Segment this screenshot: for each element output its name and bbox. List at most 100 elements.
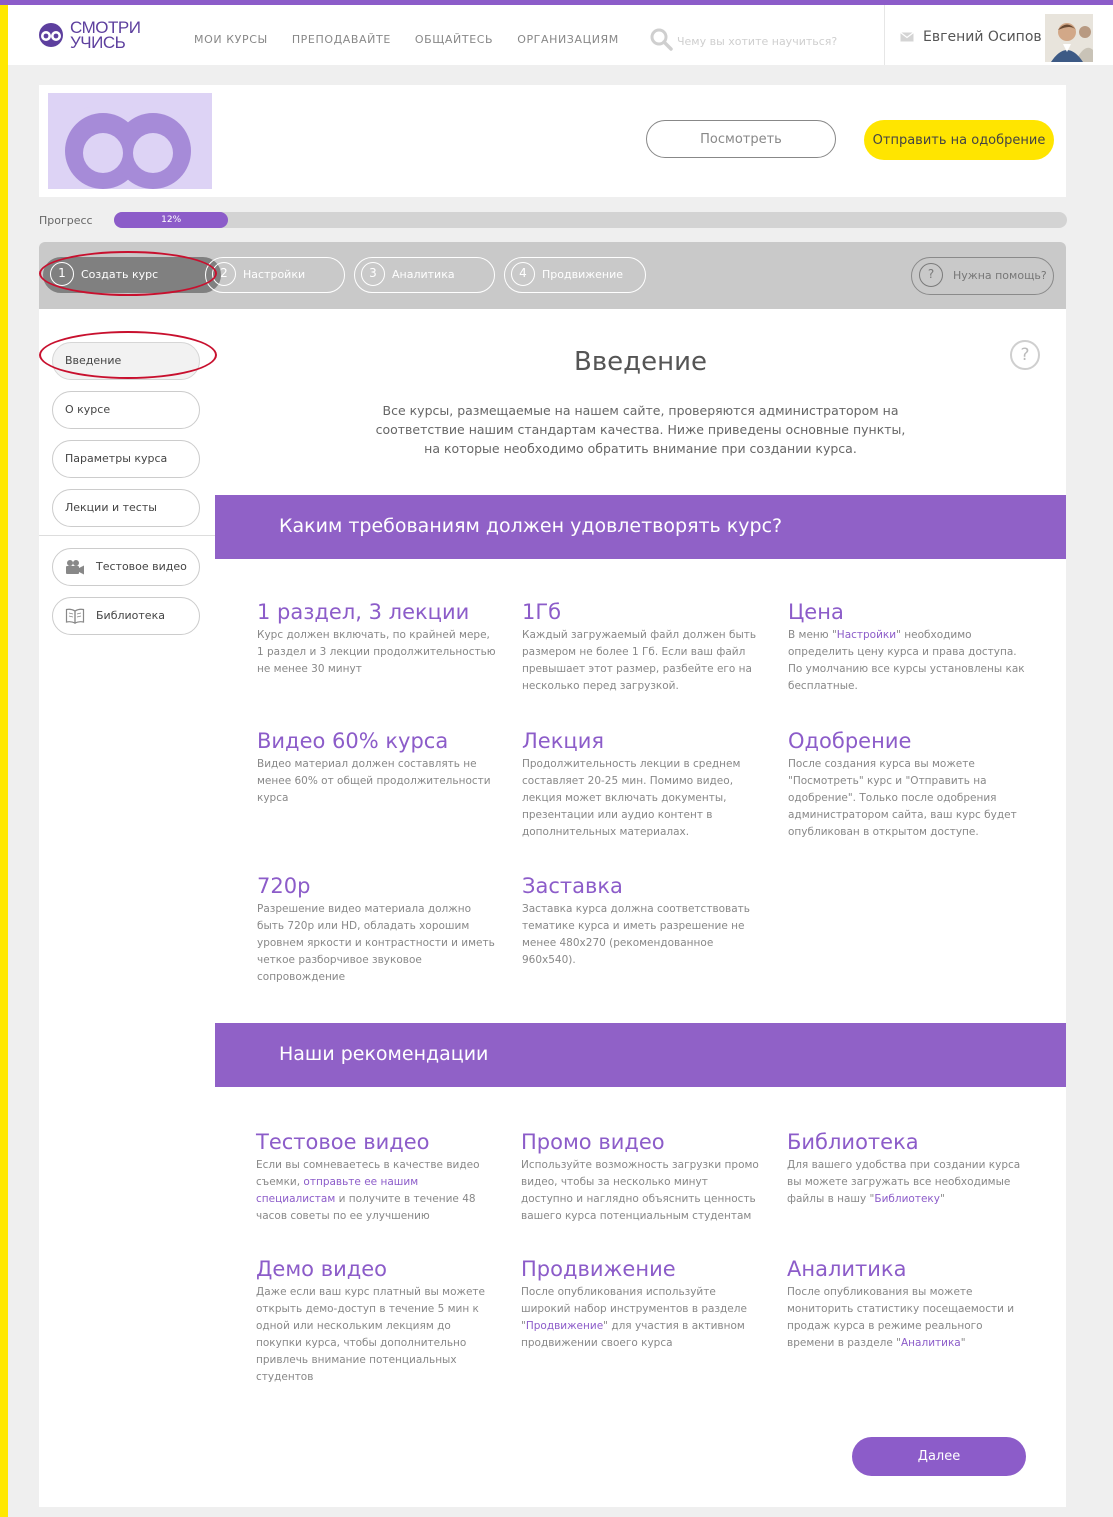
- text-part: ": [940, 1193, 945, 1205]
- logo-mark-icon: [39, 23, 63, 47]
- need-help-label: Нужна помощь?: [953, 269, 1047, 282]
- logo-text-bottom: УЧИСЬ: [70, 33, 126, 52]
- page-title: Введение: [573, 347, 708, 377]
- sidebar-item-library[interactable]: Библиотека: [52, 597, 200, 635]
- sidebar-divider: [39, 535, 215, 536]
- mail-icon[interactable]: [900, 32, 914, 42]
- step-label: Настройки: [243, 268, 306, 281]
- question-icon: ?: [919, 263, 943, 287]
- library-link[interactable]: Библиотеку: [874, 1193, 940, 1205]
- requirement-title: 1Гб: [522, 600, 562, 624]
- recommendation-text: Для вашего удобства при создании курса в…: [787, 1157, 1027, 1208]
- user-name[interactable]: Евгений Осипов: [923, 29, 1042, 45]
- video-camera-icon: [66, 560, 84, 575]
- text-part: В меню ": [788, 629, 837, 641]
- progress-bar: 12%: [114, 212, 1067, 228]
- recommendation-text: После опубликования используйте широкий …: [521, 1284, 761, 1352]
- sidebar-item-lectures-tests[interactable]: Лекции и тесты: [52, 489, 200, 527]
- recommendation-title: Промо видео: [521, 1130, 665, 1154]
- requirements-banner: Каким требованиям должен удовлетворять к…: [215, 495, 1066, 559]
- requirement-title: Заставка: [522, 874, 623, 898]
- requirement-item: 1Гб Каждый загружаемый файл должен быть …: [522, 599, 762, 695]
- recommendation-text: Даже если ваш курс платный вы можете отк…: [256, 1286, 486, 1383]
- page: СМОТРИ УЧИСЬ МОИ КУРСЫ ПРЕПОДАВАЙТЕ ОБЩА…: [8, 5, 1113, 1517]
- sidebar-item-test-video[interactable]: Тестовое видео: [52, 548, 200, 586]
- next-button[interactable]: Далее: [852, 1437, 1026, 1476]
- requirement-text: После создания курса вы можете "Посмотре…: [788, 758, 1017, 838]
- search-icon[interactable]: [649, 27, 673, 51]
- intro-text: Все курсы, размещаемые на нашем сайте, п…: [375, 403, 906, 456]
- recommendations-banner: Наши рекомендации: [215, 1023, 1066, 1087]
- step-settings[interactable]: 2 Настройки: [205, 257, 345, 293]
- requirement-title: Лекция: [522, 729, 604, 753]
- course-cover-image[interactable]: [48, 93, 212, 189]
- requirement-text: Видео материал должен составлять не мене…: [257, 758, 491, 804]
- preview-button[interactable]: Посмотреть: [646, 120, 836, 158]
- course-card: Посмотреть Отправить на одобрение: [39, 85, 1066, 197]
- analytics-link[interactable]: Аналитика: [901, 1337, 961, 1349]
- requirement-item: Цена В меню "Настройки" необходимо опред…: [788, 599, 1028, 695]
- step-create-course[interactable]: 1 Создать курс: [43, 257, 221, 293]
- requirement-title: Видео 60% курса: [257, 729, 449, 753]
- requirement-text: Каждый загружаемый файл должен быть разм…: [522, 629, 757, 692]
- main-nav: МОИ КУРСЫ ПРЕПОДАВАЙТЕ ОБЩАЙТЕСЬ ОРГАНИЗ…: [194, 33, 619, 46]
- step-number: 4: [511, 262, 535, 286]
- requirement-title: Цена: [788, 600, 844, 624]
- step-label: Создать курс: [81, 268, 159, 281]
- main-content: ? Введение Все курсы, размещаемые на наш…: [215, 309, 1066, 1507]
- requirement-text: В меню "Настройки" необходимо определить…: [788, 627, 1028, 695]
- step-label: Аналитика: [392, 268, 455, 281]
- recommendations-title: Наши рекомендации: [279, 1043, 489, 1065]
- recommendation-title: Продвижение: [521, 1257, 676, 1281]
- step-promotion[interactable]: 4 Продвижение: [504, 257, 646, 293]
- site-logo[interactable]: СМОТРИ УЧИСЬ: [38, 17, 148, 53]
- need-help-button[interactable]: ? Нужна помощь?: [911, 257, 1054, 295]
- requirement-item: 1 раздел, 3 лекции Курс должен включать,…: [257, 599, 497, 678]
- sidebar: Введение О курсе Параметры курса Лекции …: [39, 309, 216, 1507]
- recommendation-item: Демо видео Даже если ваш курс платный вы…: [256, 1256, 496, 1386]
- step-number: 2: [212, 262, 236, 286]
- search-input[interactable]: [675, 30, 869, 52]
- recommendation-item: Библиотека Для вашего удобства при созда…: [787, 1129, 1027, 1208]
- recommendation-title: Тестовое видео: [256, 1130, 430, 1154]
- requirement-title: 720p: [257, 874, 311, 898]
- sidebar-item-course-parameters[interactable]: Параметры курса: [52, 440, 200, 478]
- avatar[interactable]: [1045, 14, 1093, 62]
- step-number: 3: [361, 262, 385, 286]
- sidebar-item-label: Тестовое видео: [96, 560, 187, 573]
- requirement-item: 720p Разрешение видео материала должно б…: [257, 873, 497, 986]
- recommendation-text: Используйте возможность загрузки промо в…: [521, 1159, 759, 1222]
- nav-teach[interactable]: ПРЕПОДАВАЙТЕ: [292, 33, 391, 46]
- search-box: [649, 27, 869, 52]
- submit-for-approval-button[interactable]: Отправить на одобрение: [864, 120, 1054, 160]
- promotion-link[interactable]: Продвижение: [526, 1320, 603, 1332]
- recommendation-text: После опубликования вы можете мониторить…: [787, 1284, 1027, 1352]
- sidebar-item-introduction[interactable]: Введение: [52, 342, 200, 380]
- header-divider: [884, 5, 885, 65]
- recommendation-item: Аналитика После опубликования вы можете …: [787, 1256, 1027, 1352]
- step-analytics[interactable]: 3 Аналитика: [354, 257, 495, 293]
- nav-communicate[interactable]: ОБЩАЙТЕСЬ: [415, 33, 493, 46]
- requirement-item: Видео 60% курса Видео материал должен со…: [257, 728, 497, 807]
- recommendation-item: Промо видео Используйте возможность загр…: [521, 1129, 761, 1225]
- progress-label: Прогресс: [39, 214, 93, 227]
- sidebar-item-label: Библиотека: [96, 609, 165, 622]
- step-number: 1: [50, 262, 74, 286]
- step-label: Продвижение: [542, 268, 624, 281]
- sidebar-item-about-course[interactable]: О курсе: [52, 391, 200, 429]
- requirement-item: Одобрение После создания курса вы можете…: [788, 728, 1028, 841]
- requirement-text: Разрешение видео материала должно быть 7…: [257, 903, 495, 983]
- recommendation-item: Продвижение После опубликования использу…: [521, 1256, 761, 1352]
- cover-logo-icon: [48, 93, 212, 189]
- book-icon: [65, 608, 85, 624]
- settings-link[interactable]: Настройки: [837, 629, 896, 641]
- nav-organizations[interactable]: ОРГАНИЗАЦИЯМ: [517, 33, 619, 46]
- progress-fill: 12%: [114, 212, 229, 228]
- requirement-title: Одобрение: [788, 729, 912, 753]
- recommendation-item: Тестовое видео Если вы сомневаетесь в ка…: [256, 1129, 496, 1225]
- requirement-text: Курс должен включать, по крайней мере, 1…: [257, 629, 496, 675]
- requirements-title: Каким требованиям должен удовлетворять к…: [279, 515, 783, 537]
- nav-my-courses[interactable]: МОИ КУРСЫ: [194, 33, 268, 46]
- requirement-item: Заставка Заставка курса должна соответст…: [522, 873, 762, 969]
- requirement-item: Лекция Продолжительность лекции в средне…: [522, 728, 762, 841]
